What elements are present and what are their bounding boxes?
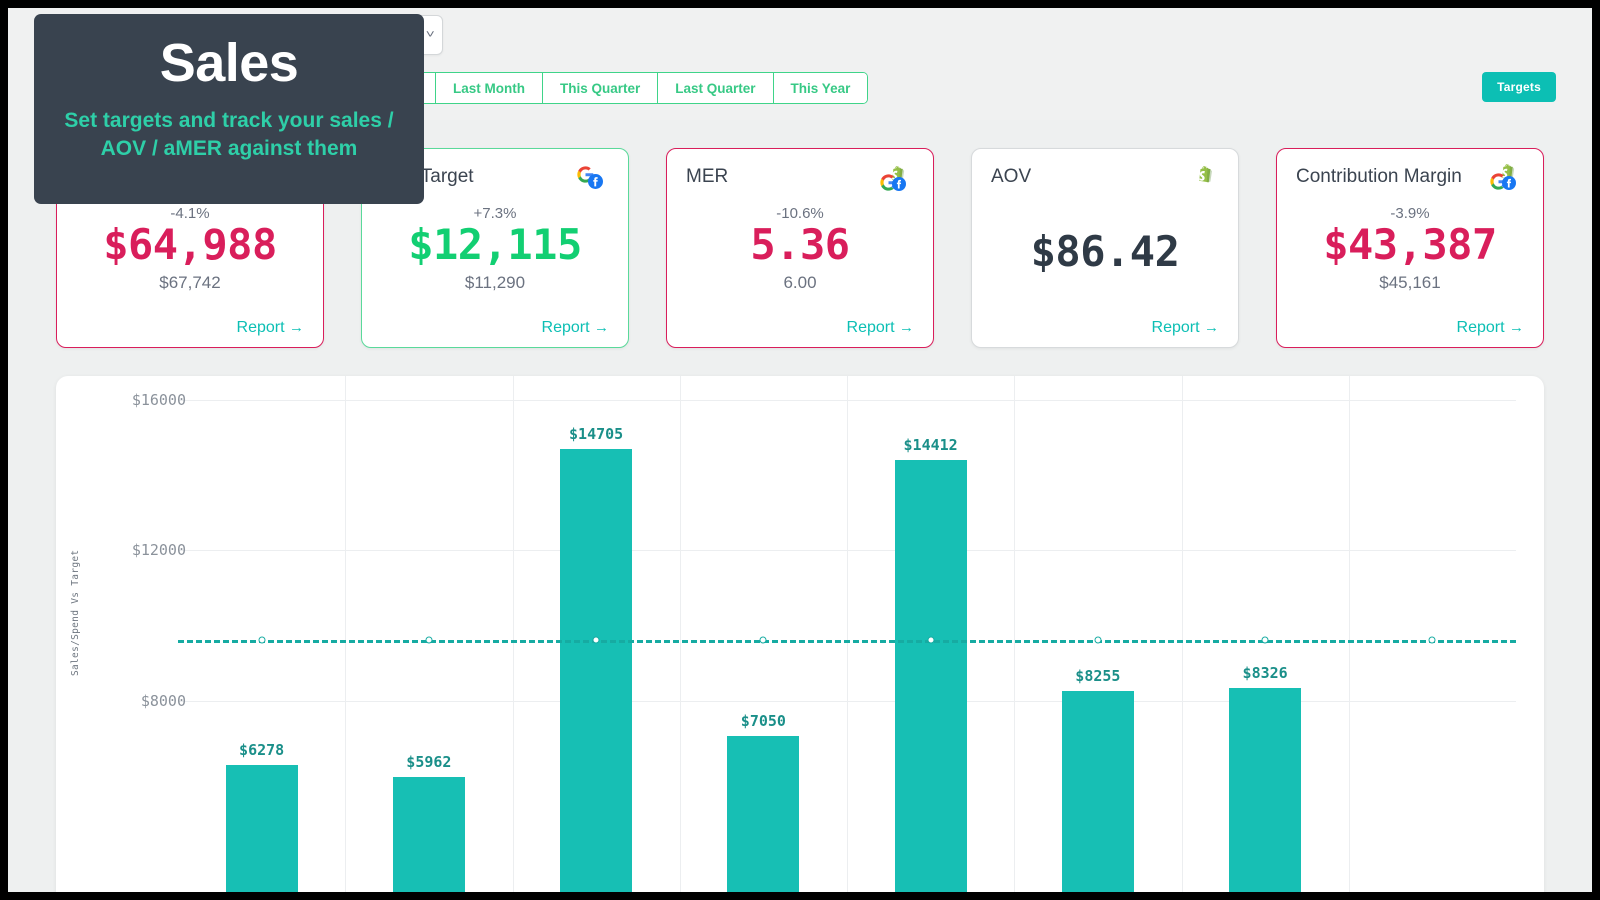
chart-target-marker[interactable] [927, 637, 934, 644]
chart-y-axis-title: Sales/Spend Vs Target [70, 550, 81, 676]
arrow-right-icon: → [899, 319, 914, 336]
kpi-card-contribution-margin[interactable]: Contribution Margin [1276, 148, 1544, 348]
kpi-title: MER [686, 166, 728, 188]
kpi-report-label: Report [847, 319, 895, 336]
platform-icons [575, 166, 609, 196]
chart-bar[interactable] [1062, 691, 1134, 892]
chart-bar[interactable] [560, 449, 632, 892]
kpi-value: 5.36 [686, 220, 914, 269]
kpi-target-value: 6.00 [686, 273, 914, 293]
chart-category-divider [513, 376, 514, 892]
targets-button[interactable]: Targets [1482, 72, 1556, 102]
chart-bar-value-label: $7050 [741, 712, 786, 730]
kpi-title: Contribution Margin [1296, 166, 1462, 188]
kpi-report-label: Report [237, 319, 285, 336]
kpi-card-mer[interactable]: MER [666, 148, 934, 348]
facebook-icon [588, 174, 603, 189]
chart-bar[interactable] [1229, 688, 1301, 892]
chart-bar-value-label: $14705 [569, 425, 623, 443]
chart-target-marker[interactable] [760, 637, 767, 644]
chart-target-line [178, 640, 1516, 643]
chart-bar[interactable] [226, 765, 298, 892]
kpi-report-link[interactable]: Report → [381, 319, 609, 337]
shopify-icon [1199, 166, 1214, 183]
kpi-report-label: Report [1152, 319, 1200, 336]
tooltip-subtitle: Set targets and track your sales / AOV /… [54, 107, 404, 162]
kpi-report-link[interactable]: Report → [1296, 319, 1524, 337]
kpi-header: MER [686, 166, 914, 196]
kpi-report-link[interactable]: Report → [991, 319, 1219, 337]
kpi-header: AOV [991, 166, 1219, 196]
feature-tour-tooltip: Sales Set targets and track your sales /… [34, 14, 424, 204]
chart-category-divider [1014, 376, 1015, 892]
chart-category-divider [680, 376, 681, 892]
arrow-right-icon: → [1509, 319, 1524, 336]
tab-last-quarter[interactable]: Last Quarter [658, 73, 773, 103]
facebook-icon [1502, 176, 1516, 190]
chart-bar-value-label: $8255 [1075, 667, 1120, 685]
platform-icons [1185, 166, 1219, 196]
kpi-target-value: $45,161 [1296, 273, 1524, 293]
chart-bar[interactable] [727, 736, 799, 892]
platform-icons [1490, 166, 1524, 196]
arrow-right-icon: → [594, 319, 609, 336]
chart-category-divider [1349, 376, 1350, 892]
kpi-target-value: $67,742 [76, 273, 304, 293]
kpi-header: Contribution Margin [1296, 166, 1524, 196]
kpi-value: $86.42 [991, 227, 1219, 276]
chart-bar[interactable] [895, 460, 967, 892]
chart-category-divider [847, 376, 848, 892]
chevron-down-icon: ˅ [425, 29, 434, 41]
chart-target-marker[interactable] [593, 637, 600, 644]
tab-this-year[interactable]: This Year [774, 73, 868, 103]
chart-bar[interactable] [393, 777, 465, 892]
chart-bar-value-label: $6278 [239, 741, 284, 759]
kpi-card-aov[interactable]: AOV $86.42 Report → [971, 148, 1239, 348]
tab-last-month[interactable]: Last Month [436, 73, 543, 103]
kpi-report-link[interactable]: Report → [76, 319, 304, 337]
kpi-title: AOV [991, 166, 1031, 188]
facebook-icon [892, 177, 906, 191]
chart-category-divider [1182, 376, 1183, 892]
kpi-target-value: $11,290 [381, 273, 609, 293]
sales-vs-target-chart-card: Sales/Spend Vs Target $16000$12000$8000$… [56, 376, 1544, 892]
app-viewport: 16/2021 ˅ This Month Last Month This Qua… [8, 8, 1592, 892]
chart-bar-value-label: $8326 [1243, 664, 1288, 682]
chart-target-marker[interactable] [1429, 637, 1436, 644]
kpi-value: $64,988 [76, 220, 304, 269]
arrow-right-icon: → [1204, 319, 1219, 336]
platform-icons [880, 166, 914, 196]
chart-target-marker[interactable] [1094, 637, 1101, 644]
chart-bar-value-label: $5962 [406, 753, 451, 771]
chart-target-marker[interactable] [258, 637, 265, 644]
arrow-right-icon: → [289, 319, 304, 336]
kpi-report-link[interactable]: Report → [686, 319, 914, 337]
chart-target-marker[interactable] [425, 637, 432, 644]
kpi-report-label: Report [542, 319, 590, 336]
kpi-value: $43,387 [1296, 220, 1524, 269]
kpi-report-label: Report [1457, 319, 1505, 336]
kpi-value: $12,115 [381, 220, 609, 269]
chart-category-divider [345, 376, 346, 892]
tooltip-title: Sales [54, 36, 404, 91]
chart-bar-value-label: $14412 [904, 436, 958, 454]
tab-this-quarter[interactable]: This Quarter [543, 73, 658, 103]
chart-target-marker[interactable] [1262, 637, 1269, 644]
chart-bars-layer: $6278 $5962 $14705 $7050 $14412 $8255 $8326 [178, 376, 1516, 892]
